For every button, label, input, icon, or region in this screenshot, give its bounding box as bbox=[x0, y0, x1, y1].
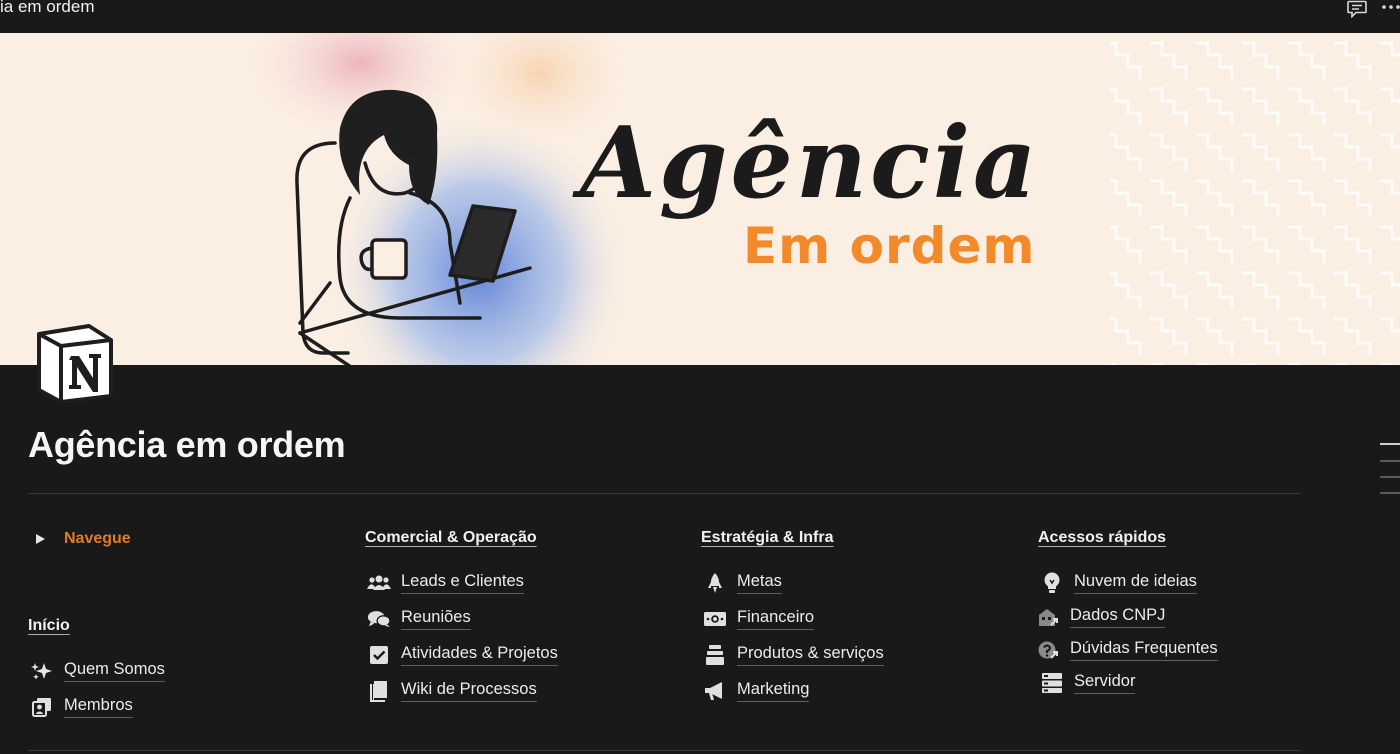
link-label: Metas bbox=[737, 572, 782, 594]
link-quem-somos[interactable]: Quem Somos bbox=[30, 659, 165, 683]
outline-marker[interactable] bbox=[1380, 492, 1400, 494]
link-financeiro[interactable]: Financeiro bbox=[703, 607, 815, 631]
megaphone-icon bbox=[703, 680, 727, 702]
link-membros[interactable]: Membros bbox=[30, 695, 133, 719]
building-link-icon bbox=[1036, 606, 1060, 628]
link-metas[interactable]: Metas bbox=[703, 571, 782, 595]
link-label: Servidor bbox=[1074, 672, 1136, 694]
chat-bubbles-icon bbox=[367, 608, 391, 630]
link-produtos-servicos[interactable]: Produtos & serviços bbox=[703, 643, 884, 667]
cover-subline: Em ordem bbox=[743, 217, 1036, 275]
page-title[interactable]: Agência em ordem bbox=[28, 424, 346, 466]
cover-image[interactable]: Agência Em ordem bbox=[0, 33, 1400, 365]
outline-marker[interactable] bbox=[1380, 460, 1400, 462]
comment-icon[interactable] bbox=[1347, 0, 1367, 18]
link-label: Dúvidas Frequentes bbox=[1070, 639, 1218, 661]
link-wiki-processos[interactable]: Wiki de Processos bbox=[367, 679, 537, 703]
money-icon bbox=[703, 608, 727, 630]
link-leads-clientes[interactable]: Leads e Clientes bbox=[367, 571, 524, 595]
more-options-icon[interactable] bbox=[1381, 0, 1400, 18]
members-icon bbox=[30, 696, 54, 718]
link-dados-cnpj[interactable]: Dados CNPJ bbox=[1036, 605, 1166, 629]
people-icon bbox=[367, 572, 391, 594]
outline-marker[interactable] bbox=[1380, 443, 1400, 445]
heading-estrategia[interactable]: Estratégia & Infra bbox=[701, 529, 833, 547]
cover-headline: Agência bbox=[580, 106, 1040, 221]
question-link-icon bbox=[1036, 639, 1060, 661]
link-label: Financeiro bbox=[737, 608, 815, 630]
link-label: Reuniões bbox=[401, 608, 471, 630]
link-label: Nuvem de ideias bbox=[1074, 572, 1197, 594]
link-servidor[interactable]: Servidor bbox=[1040, 671, 1136, 695]
link-label: Quem Somos bbox=[64, 660, 165, 682]
checkbox-icon bbox=[367, 644, 391, 666]
book-icon bbox=[367, 680, 391, 702]
navegue-toggle[interactable]: Navegue bbox=[36, 530, 131, 548]
link-label: Atividades & Projetos bbox=[401, 644, 558, 666]
heading-inicio[interactable]: Início bbox=[28, 617, 70, 635]
stack-icon bbox=[703, 644, 727, 666]
breadcrumb-title[interactable]: ia em ordem bbox=[0, 0, 94, 17]
link-label: Produtos & serviços bbox=[737, 644, 884, 666]
sparkles-icon bbox=[30, 660, 54, 682]
outline-marker[interactable] bbox=[1380, 476, 1400, 478]
link-nuvem-ideias[interactable]: Nuvem de ideias bbox=[1040, 571, 1197, 595]
link-atividades-projetos[interactable]: Atividades & Projetos bbox=[367, 643, 558, 667]
heading-comercial[interactable]: Comercial & Operação bbox=[365, 529, 537, 547]
server-icon bbox=[1040, 672, 1064, 694]
toggle-triangle-icon[interactable] bbox=[36, 534, 45, 544]
link-label: Leads e Clientes bbox=[401, 572, 524, 594]
divider bbox=[28, 493, 1301, 494]
link-marketing[interactable]: Marketing bbox=[703, 679, 810, 703]
heading-acessos[interactable]: Acessos rápidos bbox=[1038, 529, 1166, 547]
link-label: Dados CNPJ bbox=[1070, 606, 1166, 628]
lightbulb-icon bbox=[1040, 572, 1064, 594]
notion-logo-icon[interactable] bbox=[33, 320, 117, 404]
rocket-icon bbox=[703, 572, 727, 594]
link-label: Wiki de Processos bbox=[401, 680, 537, 702]
link-duvidas-frequentes[interactable]: Dúvidas Frequentes bbox=[1036, 638, 1218, 662]
link-label: Marketing bbox=[737, 680, 810, 702]
link-reunioes[interactable]: Reuniões bbox=[367, 607, 471, 631]
link-label: Membros bbox=[64, 696, 133, 718]
divider bbox=[28, 750, 1301, 751]
top-bar: ia em ordem bbox=[0, 0, 1400, 33]
toggle-label: Navegue bbox=[64, 530, 131, 547]
